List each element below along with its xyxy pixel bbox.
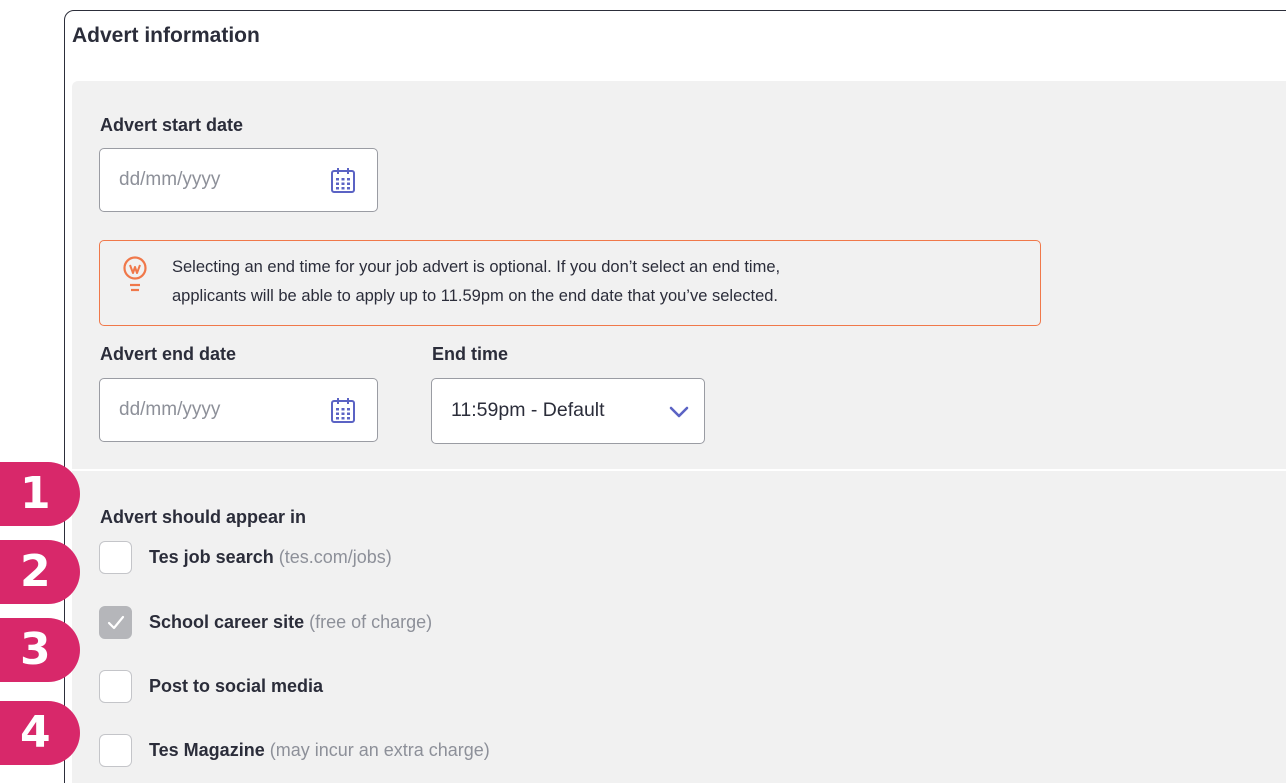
end-date-label: Advert end date bbox=[100, 344, 237, 364]
step-badge-1: 1 bbox=[0, 462, 80, 526]
checkbox-tes-magazine[interactable] bbox=[99, 734, 132, 767]
option-label-note: (may incur an extra charge) bbox=[269, 740, 490, 760]
section-title: Advert information bbox=[72, 24, 260, 47]
checkbox-school-career-site[interactable] bbox=[99, 606, 132, 639]
option-label-main: Post to social media bbox=[149, 676, 324, 696]
lightbulb-icon bbox=[123, 256, 147, 292]
start-date-input[interactable]: dd/mm/yyyy bbox=[99, 148, 378, 212]
option-label-main: Tes Magazine bbox=[149, 740, 265, 760]
option-label: Post to social media bbox=[149, 676, 323, 697]
step-badge-2: 2 bbox=[0, 540, 80, 604]
checkmark-icon bbox=[107, 615, 125, 630]
calendar-icon[interactable] bbox=[330, 166, 356, 194]
option-school-career-site[interactable]: School career site (free of charge) bbox=[99, 606, 699, 642]
start-date-placeholder: dd/mm/yyyy bbox=[119, 169, 221, 190]
calendar-icon[interactable] bbox=[330, 396, 356, 424]
checkbox-tes-job-search[interactable] bbox=[99, 541, 132, 574]
option-post-to-social-media[interactable]: Post to social media bbox=[99, 670, 699, 706]
info-text-line-1: Selecting an end time for your job adver… bbox=[172, 258, 781, 276]
option-label: Tes Magazine (may incur an extra charge) bbox=[149, 740, 490, 761]
start-date-label: Advert start date bbox=[100, 115, 244, 135]
option-label: School career site (free of charge) bbox=[149, 612, 432, 633]
option-label-note: (free of charge) bbox=[309, 612, 433, 632]
appear-in-label: Advert should appear in bbox=[100, 507, 307, 527]
option-label: Tes job search (tes.com/jobs) bbox=[149, 547, 392, 568]
step-badge-3: 3 bbox=[0, 618, 80, 682]
option-tes-job-search[interactable]: Tes job search (tes.com/jobs) bbox=[99, 541, 699, 577]
chevron-down-icon bbox=[669, 406, 689, 418]
end-date-placeholder: dd/mm/yyyy bbox=[119, 399, 221, 420]
option-tes-magazine[interactable]: Tes Magazine (may incur an extra charge) bbox=[99, 734, 699, 770]
end-time-value: 11:59pm - Default bbox=[451, 399, 605, 421]
end-time-label: End time bbox=[432, 344, 509, 364]
info-text-line-2: applicants will be able to apply up to 1… bbox=[172, 287, 779, 305]
end-time-select[interactable]: 11:59pm - Default bbox=[431, 378, 705, 444]
option-label-main: School career site bbox=[149, 612, 305, 632]
end-time-info-box: Selecting an end time for your job adver… bbox=[99, 240, 1041, 326]
checkbox-post-to-social-media[interactable] bbox=[99, 670, 132, 703]
step-badge-4: 4 bbox=[0, 701, 80, 765]
option-label-note: (tes.com/jobs) bbox=[278, 547, 392, 567]
option-label-main: Tes job search bbox=[149, 547, 274, 567]
section-divider bbox=[72, 469, 1286, 471]
end-date-input[interactable]: dd/mm/yyyy bbox=[99, 378, 378, 442]
